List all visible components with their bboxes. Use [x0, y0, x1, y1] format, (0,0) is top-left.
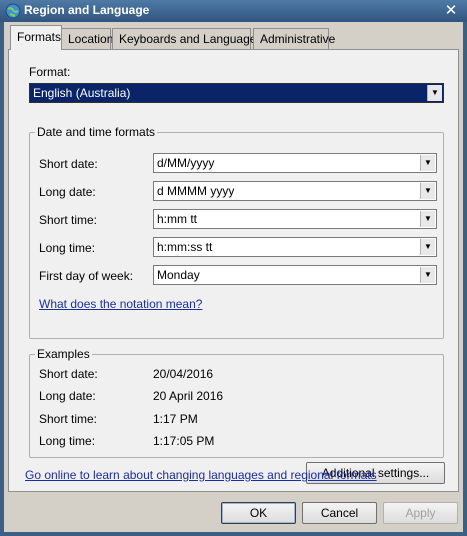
example-short-date-label: Short date:	[39, 367, 98, 381]
tab-label: Formats	[17, 30, 62, 44]
first-day-of-week-dropdown[interactable]: Monday ▼	[153, 265, 437, 285]
chevron-down-icon: ▼	[427, 85, 442, 101]
tab-location[interactable]: Location	[61, 28, 114, 49]
region-language-window: Region and Language ✕ Formats Location K…	[0, 0, 467, 536]
dialog-body: Formats Location Keyboards and Languages…	[4, 22, 463, 532]
notation-help-link[interactable]: What does the notation mean?	[39, 297, 202, 311]
example-short-date-value: 20/04/2016	[153, 367, 214, 381]
example-long-time-label: Long time:	[39, 434, 96, 448]
tab-label: Administrative	[260, 32, 336, 46]
first-day-of-week-label: First day of week:	[39, 269, 134, 283]
tab-label: Location	[68, 32, 114, 46]
long-date-value: d MMMM yyyy	[157, 184, 235, 198]
chevron-down-icon: ▼	[420, 211, 435, 227]
group-title: Date and time formats	[35, 125, 158, 139]
short-date-dropdown[interactable]: d/MM/yyyy ▼	[153, 153, 437, 173]
long-time-label: Long time:	[39, 241, 96, 255]
tab-administrative[interactable]: Administrative	[253, 28, 335, 49]
short-time-label: Short time:	[39, 213, 98, 227]
short-time-dropdown[interactable]: h:mm tt ▼	[153, 209, 437, 229]
long-date-label: Long date:	[39, 185, 96, 199]
ok-button[interactable]: OK	[221, 502, 296, 524]
online-help-link[interactable]: Go online to learn about changing langua…	[25, 468, 377, 482]
chevron-down-icon: ▼	[420, 183, 435, 199]
tab-formats[interactable]: Formats	[10, 25, 62, 50]
long-time-dropdown[interactable]: h:mm:ss tt ▼	[153, 237, 437, 257]
short-time-value: h:mm tt	[157, 212, 198, 226]
first-day-of-week-value: Monday	[157, 268, 200, 282]
example-long-date-value: 20 April 2016	[153, 389, 224, 403]
title-bar: Region and Language ✕	[0, 0, 467, 22]
group-title: Examples	[35, 347, 92, 361]
short-date-label: Short date:	[39, 157, 98, 171]
apply-button[interactable]: Apply	[383, 502, 458, 524]
example-long-time-value: 1:17:05 PM	[153, 434, 215, 448]
formats-panel: Format: English (Australia) ▼ Date and t…	[8, 49, 459, 492]
format-dropdown[interactable]: English (Australia) ▼	[29, 83, 444, 103]
tab-label: Keyboards and Languages	[119, 32, 263, 46]
example-short-time-value: 1:17 PM	[153, 412, 198, 426]
format-value: English (Australia)	[33, 86, 131, 100]
example-long-date-label: Long date:	[39, 389, 96, 403]
globe-icon	[5, 3, 21, 19]
examples-group: Examples Short date: 20/04/2016 Long dat…	[29, 347, 444, 458]
long-date-dropdown[interactable]: d MMMM yyyy ▼	[153, 181, 437, 201]
cancel-button[interactable]: Cancel	[302, 502, 377, 524]
close-icon[interactable]: ✕	[439, 2, 463, 20]
long-time-value: h:mm:ss tt	[157, 240, 213, 254]
tab-keyboards-and-languages[interactable]: Keyboards and Languages	[112, 28, 262, 49]
format-label: Format:	[29, 65, 71, 79]
chevron-down-icon: ▼	[420, 267, 435, 283]
short-date-value: d/MM/yyyy	[157, 156, 215, 170]
example-short-time-label: Short time:	[39, 412, 98, 426]
window-title: Region and Language	[24, 3, 150, 17]
date-time-formats-group: Date and time formats Short date: d/MM/y…	[29, 125, 444, 339]
chevron-down-icon: ▼	[420, 239, 435, 255]
chevron-down-icon: ▼	[420, 155, 435, 171]
